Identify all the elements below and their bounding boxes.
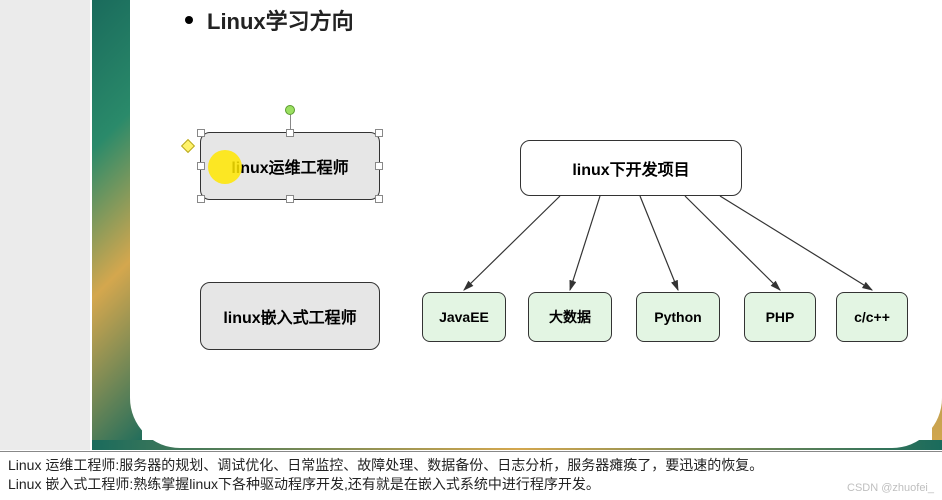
slide-canvas[interactable]: Linux学习方向 linux运维工程师 linux嵌入式工程师 linux下开… [130,0,942,448]
heading-row: Linux学习方向 [185,4,354,36]
footer-notes: Linux 运维工程师:服务器的规划、调试优化、日常监控、故障处理、数据备份、日… [0,451,942,494]
child-box-ccpp[interactable]: c/c++ [836,292,908,342]
embedded-engineer-box[interactable]: linux嵌入式工程师 [200,282,380,350]
child-box-javaee[interactable]: JavaEE [422,292,506,342]
child-box-bigdata[interactable]: 大数据 [528,292,612,342]
cursor-highlight-icon [208,150,242,184]
resize-handle-tm[interactable] [286,129,294,137]
child-label: 大数据 [549,307,591,327]
rotate-handle-icon[interactable] [285,105,295,115]
bullet-icon [185,16,193,24]
resize-handle-bm[interactable] [286,195,294,203]
rotate-connector [290,115,291,129]
page-title: Linux学习方向 [207,4,354,36]
adjust-handle-icon[interactable] [181,139,195,153]
dev-projects-box[interactable]: linux下开发项目 [520,140,742,196]
child-label: PHP [766,309,795,325]
resize-handle-ml[interactable] [197,162,205,170]
resize-handle-tl[interactable] [197,129,205,137]
resize-handle-bl[interactable] [197,195,205,203]
left-sidebar-area [0,0,90,450]
footer-line-2: Linux 嵌入式工程师:熟练掌握linux下各种驱动程序开发,还有就是在嵌入式… [8,475,934,494]
child-label: JavaEE [439,309,489,325]
watermark-text: CSDN @zhuofei_ [847,482,934,494]
embedded-engineer-label: linux嵌入式工程师 [223,304,356,328]
child-label: Python [654,309,701,325]
child-box-python[interactable]: Python [636,292,720,342]
resize-handle-mr[interactable] [375,162,383,170]
dev-projects-label: linux下开发项目 [572,156,689,180]
ops-engineer-label: linux运维工程师 [231,154,348,178]
child-label: c/c++ [854,309,890,325]
footer-line-1: Linux 运维工程师:服务器的规划、调试优化、日常监控、故障处理、数据备份、日… [8,456,934,475]
arrows-layer [130,0,942,448]
child-box-php[interactable]: PHP [744,292,816,342]
resize-handle-br[interactable] [375,195,383,203]
resize-handle-tr[interactable] [375,129,383,137]
